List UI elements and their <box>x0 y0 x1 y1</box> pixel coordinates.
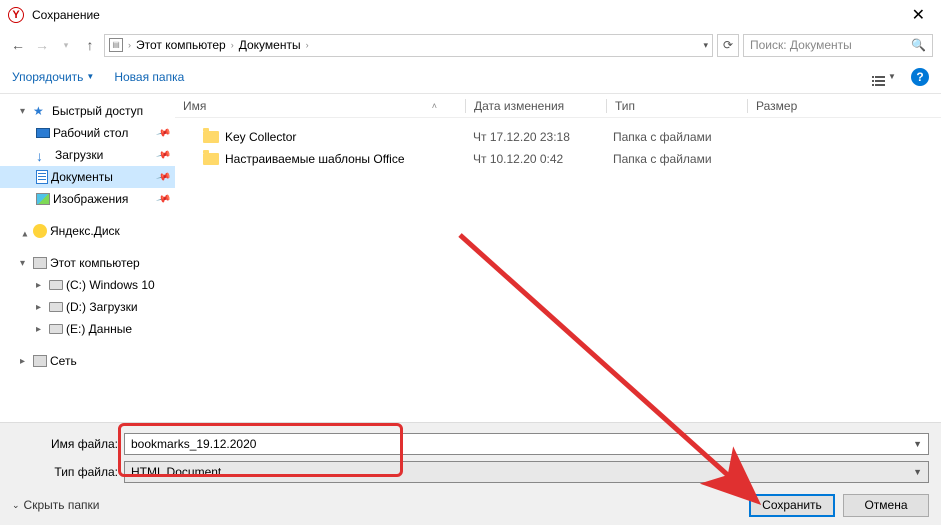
chevron-right-icon: › <box>125 40 134 50</box>
crumb-this-pc[interactable]: Этот компьютер <box>136 38 226 52</box>
nav-back-icon[interactable]: ← <box>8 37 28 53</box>
file-row[interactable]: Настраиваемые шаблоны Office Чт 10.12.20… <box>175 148 941 170</box>
help-icon[interactable]: ? <box>911 68 929 86</box>
nav-recent-icon[interactable]: ▾ <box>56 40 76 51</box>
address-bar[interactable]: ▤ › Этот компьютер › Документы › ▾ <box>104 34 713 57</box>
collapse-icon[interactable]: ▾ <box>20 106 30 117</box>
cancel-button[interactable]: Отмена <box>843 494 929 517</box>
drive-icon <box>49 280 63 290</box>
column-date[interactable]: Дата изменения <box>466 99 606 113</box>
pin-icon: 📌 <box>155 191 171 207</box>
sort-asc-icon: ˄ <box>432 101 437 111</box>
search-placeholder: Поиск: Документы <box>750 38 852 52</box>
file-row[interactable]: Key Collector Чт 17.12.20 23:18 Папка с … <box>175 126 941 148</box>
pin-icon: 📌 <box>155 169 171 185</box>
dialog-title: Сохранение <box>32 8 904 22</box>
search-input[interactable]: Поиск: Документы 🔍 <box>743 34 933 57</box>
close-icon[interactable]: ✕ <box>904 1 933 29</box>
chevron-down-icon[interactable]: ▼ <box>913 439 922 449</box>
chevron-down-icon: ▼ <box>888 72 896 81</box>
collapse-icon[interactable]: ▾ <box>20 258 30 269</box>
chevron-down-icon: ⌄ <box>12 500 20 511</box>
search-icon: 🔍 <box>911 38 926 52</box>
sidebar-documents[interactable]: Документы 📌 <box>0 166 175 188</box>
pin-icon: 📌 <box>155 147 171 163</box>
save-button[interactable]: Сохранить <box>749 494 835 517</box>
drive-icon <box>49 324 63 334</box>
nav-forward-icon[interactable]: → <box>32 37 52 53</box>
filename-input[interactable]: bookmarks_19.12.2020 ▼ <box>124 433 929 455</box>
column-headers[interactable]: Имя ˄ Дата изменения Тип Размер <box>175 94 941 118</box>
hide-folders-button[interactable]: ⌄ Скрыть папки <box>12 498 99 512</box>
pictures-icon <box>36 193 50 205</box>
chevron-down-icon: ▼ <box>86 72 94 81</box>
chevron-right-icon: › <box>228 40 237 50</box>
location-icon: ▤ <box>109 38 123 52</box>
refresh-icon[interactable]: ⟳ <box>717 34 739 57</box>
column-name[interactable]: Имя ˄ <box>175 99 465 113</box>
download-icon: ↓ <box>36 148 52 162</box>
filename-label: Имя файла: <box>12 437 124 451</box>
sidebar-drive-c[interactable]: ▸ (C:) Windows 10 <box>0 274 175 296</box>
sidebar-pictures[interactable]: Изображения 📌 <box>0 188 175 210</box>
nav-up-icon[interactable]: ↑ <box>80 37 100 53</box>
chevron-down-icon[interactable]: ▼ <box>913 467 922 477</box>
crumb-documents[interactable]: Документы <box>239 38 301 52</box>
column-size[interactable]: Размер <box>748 99 848 113</box>
sidebar-drive-d[interactable]: ▸ (D:) Загрузки <box>0 296 175 318</box>
expand-icon[interactable]: ▸ <box>20 356 30 367</box>
column-type[interactable]: Тип <box>607 99 747 113</box>
expand-icon[interactable]: ▸ <box>36 302 46 313</box>
filetype-label: Тип файла: <box>12 465 124 479</box>
desktop-icon <box>36 128 50 138</box>
sidebar-drive-e[interactable]: ▸ (E:) Данные <box>0 318 175 340</box>
network-icon <box>33 355 47 367</box>
filetype-select[interactable]: HTML Document ▼ <box>124 461 929 483</box>
pin-icon: 📌 <box>155 125 171 141</box>
sidebar-downloads[interactable]: ↓ Загрузки 📌 <box>0 144 175 166</box>
document-icon <box>36 170 48 184</box>
expand-icon[interactable]: ▸ <box>20 226 31 236</box>
yandex-disk-icon <box>33 224 47 238</box>
sidebar-desktop[interactable]: Рабочий стол 📌 <box>0 122 175 144</box>
sidebar-this-pc[interactable]: ▾ Этот компьютер <box>0 252 175 274</box>
folder-icon <box>203 153 219 165</box>
new-folder-button[interactable]: Новая папка <box>114 70 184 84</box>
sidebar-quick-access[interactable]: ▾ ★ Быстрый доступ <box>0 100 175 122</box>
navigation-tree: ▾ ★ Быстрый доступ Рабочий стол 📌 ↓ Загр… <box>0 94 175 422</box>
pc-icon <box>33 257 47 269</box>
expand-icon[interactable]: ▸ <box>36 324 46 335</box>
address-dropdown-icon[interactable]: ▾ <box>703 40 708 51</box>
chevron-right-icon: › <box>303 40 312 50</box>
folder-icon <box>203 131 219 143</box>
expand-icon[interactable]: ▸ <box>36 280 46 291</box>
organize-button[interactable]: Упорядочить ▼ <box>12 70 94 84</box>
drive-icon <box>49 302 63 312</box>
yandex-icon: Y <box>8 7 24 23</box>
sidebar-yandex-disk[interactable]: ▸ Яндекс.Диск <box>0 220 175 242</box>
sidebar-network[interactable]: ▸ Сеть <box>0 350 175 372</box>
view-options-button[interactable]: ▼ <box>869 67 899 87</box>
star-icon: ★ <box>33 104 49 118</box>
